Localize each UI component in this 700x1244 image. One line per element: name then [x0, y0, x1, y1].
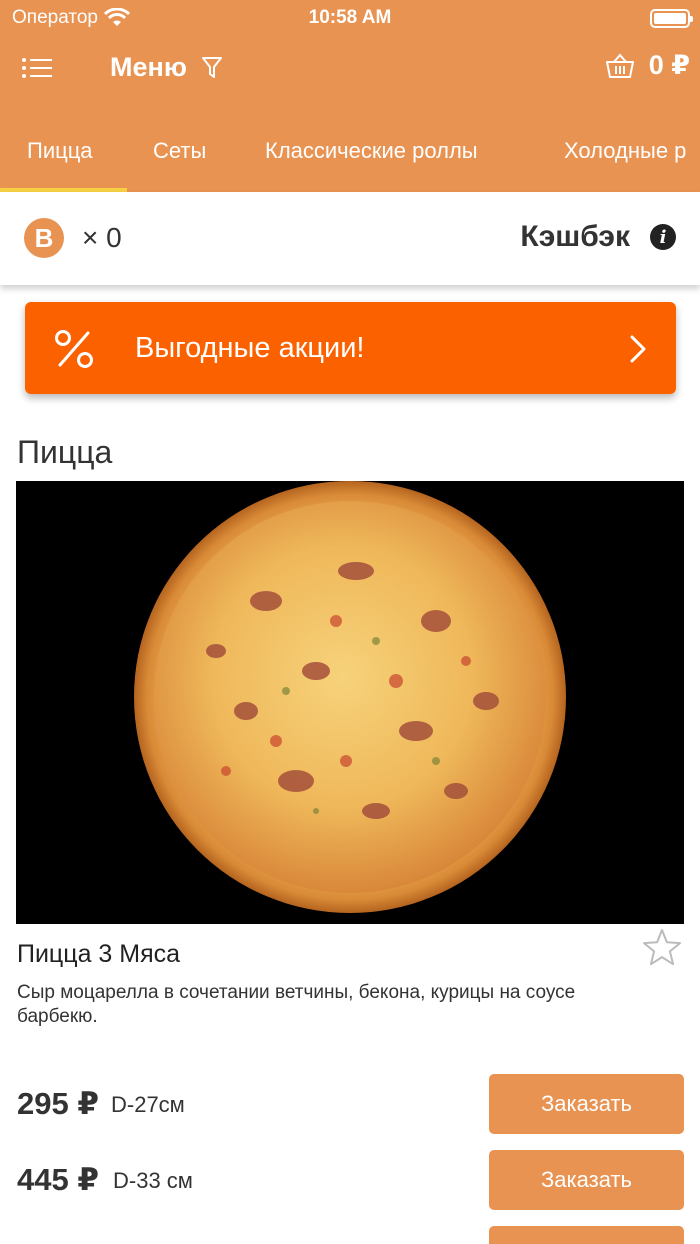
section-title: Пицца	[17, 434, 113, 470]
percent-icon	[55, 330, 93, 368]
cashback-bar: B × 0 Кэшбэк i	[0, 192, 700, 285]
tab-sets[interactable]: Сеты	[153, 138, 206, 164]
size-label: D-27см	[111, 1092, 185, 1117]
category-tabs: Пицца Сеты Классические роллы Холодные р	[0, 130, 700, 192]
star-outline-icon[interactable]	[640, 926, 684, 970]
battery-icon	[650, 9, 693, 28]
tab-classic-rolls[interactable]: Классические роллы	[265, 138, 478, 164]
product-description: Сыр моцарелла в сочетании ветчины, бекон…	[17, 982, 576, 1027]
cart-total: 0 ₽	[648, 50, 690, 80]
product-name: Пицца 3 Мяса	[17, 940, 181, 968]
status-time: 10:58 AM	[308, 7, 392, 28]
cashback-label: Кэшбэк	[520, 220, 630, 253]
filter-icon	[201, 56, 222, 78]
pizza-image	[134, 481, 566, 913]
price: 295 ₽	[17, 1086, 99, 1121]
promo-banner[interactable]: Выгодные акции!	[25, 302, 676, 394]
price: 445 ₽	[17, 1162, 99, 1197]
bonus-coin-icon: B	[24, 218, 64, 258]
price-option: 445 ₽ D-33 см Заказать	[17, 1150, 684, 1210]
coin-count: × 0	[82, 222, 122, 253]
menu-button[interactable]	[20, 54, 56, 84]
order-button-partial[interactable]	[489, 1226, 684, 1244]
order-button[interactable]: Заказать	[489, 1074, 684, 1134]
order-button[interactable]: Заказать	[489, 1150, 684, 1210]
menu-list-icon	[22, 58, 52, 78]
promo-label: Выгодные акции!	[135, 332, 365, 364]
chevron-right-icon	[630, 335, 646, 363]
page-title: Меню	[110, 52, 187, 82]
product-image[interactable]	[16, 481, 684, 924]
basket-icon	[605, 52, 634, 78]
info-icon[interactable]: i	[650, 224, 676, 250]
app-header: Оператор 10:58 AM Меню 0 ₽ Пицца Сеты Кл…	[0, 0, 700, 192]
size-label: D-33 см	[113, 1168, 193, 1193]
price-option: 295 ₽ D-27см Заказать	[17, 1074, 684, 1134]
cart-button[interactable]: 0 ₽	[605, 50, 690, 81]
status-bar: Оператор 10:58 AM	[0, 0, 700, 36]
menu-title-button[interactable]: Меню	[110, 52, 223, 83]
tab-pizza[interactable]: Пицца	[27, 138, 93, 164]
tab-cold-rolls[interactable]: Холодные р	[564, 138, 686, 164]
navbar: Меню 0 ₽	[0, 42, 700, 96]
